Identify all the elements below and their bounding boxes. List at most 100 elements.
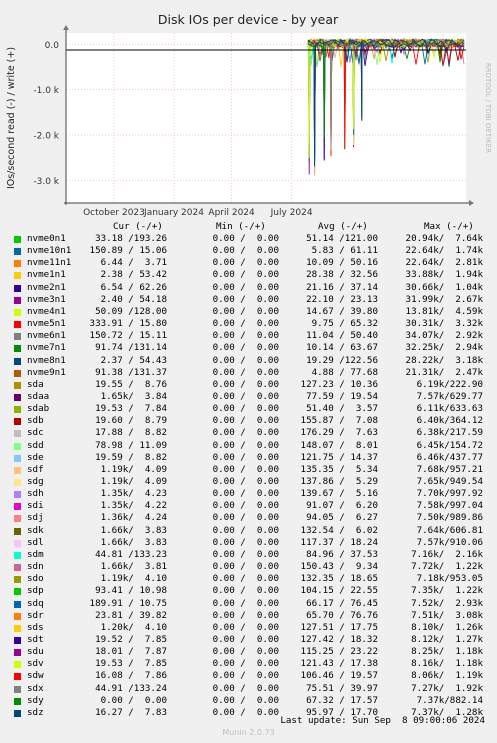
legend-avg-value: 155.87 / 7.08 <box>300 415 378 427</box>
legend-swatch <box>14 418 21 426</box>
legend-swatch <box>14 576 21 584</box>
legend-series-name: sdv <box>27 658 44 670</box>
legend-min-value: 0.00 / 0.00 <box>212 488 279 500</box>
legend-row: sdc 17.88 / 8.82 0.00 / 0.00 176.29 / 7.63 6… <box>0 427 497 439</box>
legend-avg-value: 51.14 /121.00 <box>306 233 378 244</box>
legend-min-value: 0.00 / 0.00 <box>212 476 279 487</box>
legend-avg-value: 94.05 / 6.27 <box>306 512 378 524</box>
legend-series-name: sdr <box>27 609 44 621</box>
legend-max-value: 7.57k/910.06 <box>416 536 483 548</box>
x-tick-label: January 2024 <box>143 208 204 218</box>
legend-max-value: 7.65k/949.54 <box>416 476 483 487</box>
legend-min-value: 0.00 / 0.00 <box>212 658 279 670</box>
legend-swatch <box>14 685 21 693</box>
legend-series-name: nvme8n1 <box>27 354 66 366</box>
legend-avg-value: 4.88 / 77.68 <box>311 366 378 378</box>
legend-swatch <box>14 442 21 450</box>
legend-swatch <box>14 466 21 474</box>
legend-swatch <box>14 673 21 681</box>
legend-swatch <box>14 260 21 268</box>
legend-row: nvme0n1 33.18 /193.26 0.00 / 0.00 51.14 /12… <box>0 233 497 245</box>
legend-max-value: 7.58k/997.04 <box>416 500 483 512</box>
legend-series-name: sdu <box>27 646 44 658</box>
legend-max-value: 7.51k/ 3.08k <box>411 609 483 621</box>
legend-swatch <box>14 357 21 365</box>
legend-cur-value: 2.40 / 54.18 <box>100 293 167 305</box>
legend-max-value: 6.40k/364.12 <box>416 415 483 427</box>
legend-row: nvme9n1 91.38 /131.37 0.00 / 0.00 4.88 / 77… <box>0 367 497 379</box>
legend-avg-value: 75.51 / 39.97 <box>306 682 378 694</box>
legend-series-name: sds <box>27 621 44 633</box>
legend-swatch <box>14 661 21 669</box>
legend-series-name: sdg <box>27 476 44 487</box>
legend-max-value: 7.68k/957.21 <box>416 463 483 475</box>
legend-row: sdn 1.66k/ 3.81 0.00 / 0.00 150.43 / 9.34 7.… <box>0 561 497 573</box>
legend-max-value: 7.16k/ 2.16k <box>411 548 483 560</box>
legend-min-value: 0.00 / 0.00 <box>212 573 279 585</box>
legend-max-value: 13.81k/ 4.59k <box>405 305 483 317</box>
legend-row: nvme6n1 150.72 / 15.11 0.00 / 0.00 11.04 / … <box>0 330 497 342</box>
legend-max-value: 7.52k/ 2.93k <box>411 597 483 609</box>
legend-row: sdp 93.41 / 10.98 0.00 / 0.00 104.15 / 22.5… <box>0 585 497 597</box>
legend-swatch <box>14 248 21 256</box>
legend-min-value: 0.00 / 0.00 <box>212 245 279 257</box>
legend-avg-value: 28.38 / 32.56 <box>306 269 378 281</box>
legend-swatch <box>14 636 21 644</box>
legend-row: sdq 189.91 / 10.75 0.00 / 0.00 66.17 / 76.4… <box>0 598 497 610</box>
legend-avg-value: 148.07 / 8.01 <box>300 439 378 451</box>
legend-cur-value: 1.66k/ 3.81 <box>100 561 167 573</box>
y-tick-label: -2.0 k <box>33 132 59 142</box>
legend-avg-value: 10.09 / 50.16 <box>306 257 378 269</box>
legend-swatch <box>14 515 21 523</box>
legend-avg-value: 132.35 / 18.65 <box>300 573 378 585</box>
legend-avg-value: 84.96 / 37.53 <box>306 548 378 560</box>
legend-avg-value: 51.40 / 3.57 <box>306 403 378 415</box>
legend-min-value: 0.00 / 0.00 <box>212 366 279 378</box>
legend-cur-value: 78.98 / 11.09 <box>95 439 167 451</box>
legend-avg-value: 104.15 / 22.55 <box>300 585 378 597</box>
legend-series-name: sdx <box>27 682 44 694</box>
legend-series-name: sdk <box>27 524 44 536</box>
legend-cur-value: 1.19k/ 4.09 <box>100 476 167 487</box>
legend-row: sdw 16.08 / 7.86 0.00 / 0.00 106.46 / 19.57… <box>0 670 497 682</box>
legend-cur-value: 19.53 / 7.85 <box>95 658 167 670</box>
y-tick-label: -1.0 k <box>33 86 59 96</box>
legend-max-value: 6.46k/437.77 <box>416 451 483 463</box>
legend-cur-value: 2.38 / 53.42 <box>100 269 167 281</box>
legend-header-avg: Avg (-/+) <box>318 221 368 232</box>
legend-row: sdt 19.52 / 7.85 0.00 / 0.00 127.42 / 18.32… <box>0 634 497 646</box>
legend-swatch <box>14 479 21 486</box>
legend-max-value: 28.22k/ 3.18k <box>405 354 483 366</box>
legend-max-value: 22.64k/ 1.74k <box>405 245 483 257</box>
legend-min-value: 0.00 / 0.00 <box>212 682 279 694</box>
legend-cur-value: 1.66k/ 3.83 <box>100 536 167 548</box>
legend-row: nvme7n1 91.74 /131.14 0.00 / 0.00 10.14 / 6… <box>0 342 497 354</box>
legend-swatch <box>14 272 21 280</box>
legend-avg-value: 115.25 / 23.22 <box>300 646 378 658</box>
y-tick-labels: 0.0 -1.0 k -2.0 k -3.0 k <box>33 41 59 187</box>
legend-avg-value: 21.16 / 37.14 <box>306 281 378 293</box>
legend-max-value: 33.88k/ 1.94k <box>405 269 483 281</box>
legend-series-name: sdz <box>27 706 44 718</box>
legend-max-value: 34.07k/ 2.92k <box>405 330 483 342</box>
plot-area <box>66 33 466 203</box>
legend-row: sdg 1.19k/ 4.09 0.00 / 0.00 137.86 / 5.29 7.… <box>0 476 497 488</box>
legend-max-value: 31.99k/ 2.67k <box>405 293 483 305</box>
legend-min-value: 0.00 / 0.00 <box>212 281 279 293</box>
legend-cur-value: 6.44 / 3.71 <box>100 257 167 269</box>
legend-row: sdf 1.19k/ 4.09 0.00 / 0.00 135.35 / 5.34 7.… <box>0 464 497 476</box>
legend-avg-value: 150.43 / 9.34 <box>300 561 378 573</box>
legend-max-value: 7.27k/ 1.92k <box>411 682 483 694</box>
legend-avg-value: 121.75 / 14.37 <box>300 451 378 463</box>
legend-swatch <box>14 333 21 341</box>
legend-min-value: 0.00 / 0.00 <box>212 561 279 573</box>
legend-series-name: nvme9n1 <box>27 366 66 378</box>
legend-swatch <box>14 564 21 572</box>
legend-swatch <box>14 503 21 511</box>
legend-swatch <box>14 345 21 353</box>
legend-swatch <box>14 551 21 559</box>
legend-row: nvme10n1 150.89 / 15.06 0.00 / 0.00 5.83 / … <box>0 245 497 257</box>
legend-avg-value: 5.83 / 61.11 <box>311 245 378 257</box>
legend-min-value: 0.00 / 0.00 <box>212 548 279 560</box>
legend-max-value: 6.38k/217.59 <box>416 427 483 439</box>
